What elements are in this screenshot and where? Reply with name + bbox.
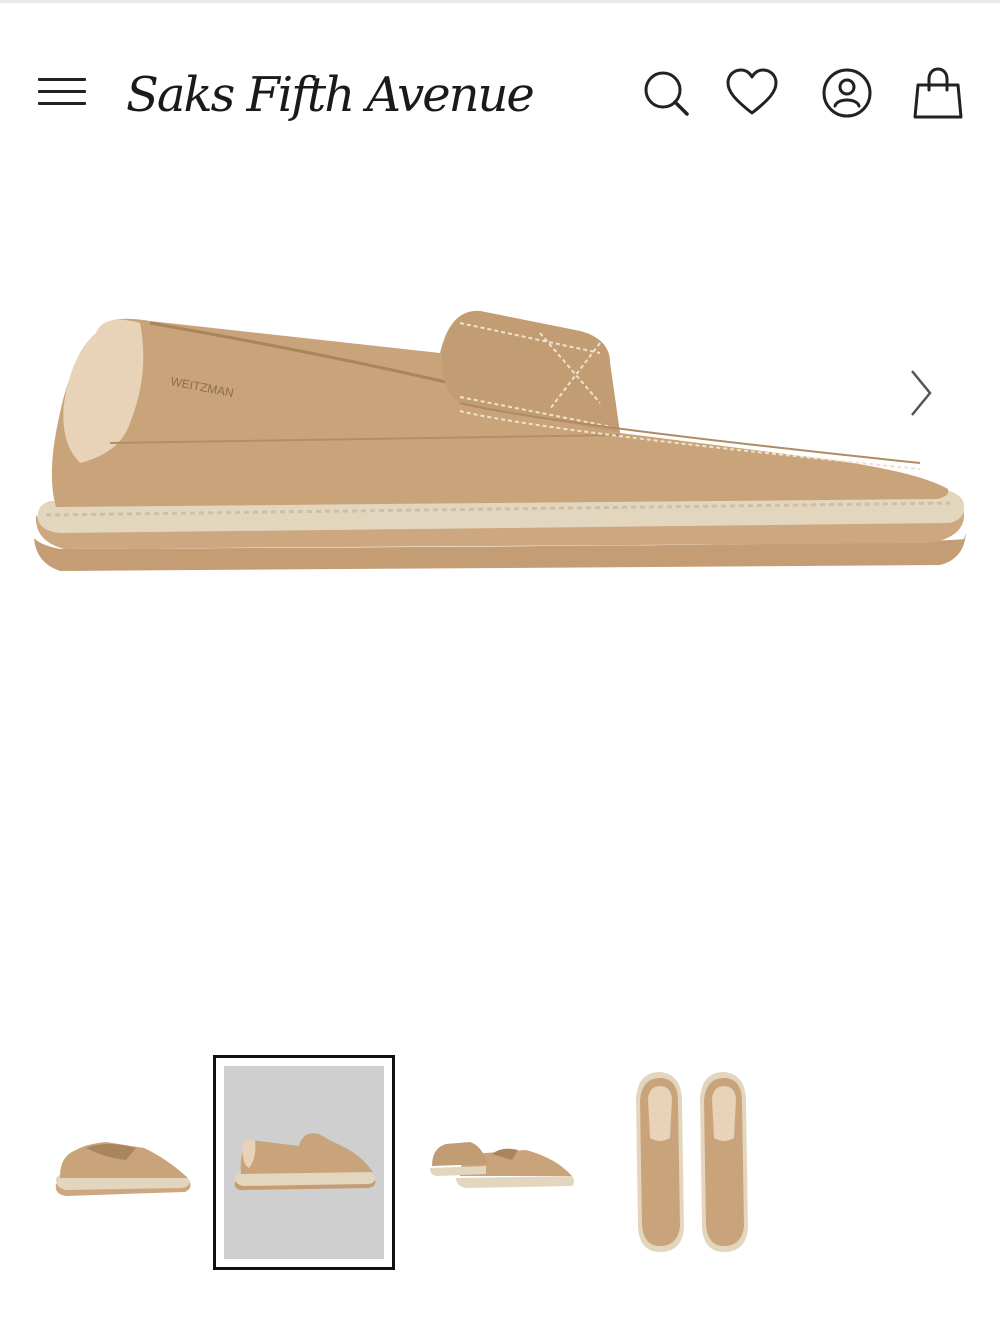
site-logo[interactable]: Saks Fifth Avenue: [126, 55, 556, 135]
thumbnail-1[interactable]: [30, 1055, 212, 1270]
site-header: Saks Fifth Avenue: [0, 3, 1000, 173]
search-icon: [644, 71, 689, 116]
thumbnail-image: [430, 1141, 574, 1188]
thumbnail-3[interactable]: [410, 1055, 592, 1270]
menu-button[interactable]: [38, 76, 86, 108]
account-button[interactable]: [819, 65, 875, 121]
thumbnail-background: [224, 1066, 384, 1259]
thumbnail-image: [636, 1071, 748, 1252]
product-gallery: WEITZMAN: [0, 173, 1000, 1043]
menu-icon-bar: [38, 102, 86, 105]
thumbnail-4[interactable]: [600, 1055, 782, 1270]
product-main-image: WEITZMAN: [34, 310, 966, 571]
heart-icon: [726, 68, 778, 115]
search-button[interactable]: [638, 65, 694, 121]
menu-icon-bar: [38, 90, 86, 93]
shopping-bag-icon: [913, 67, 963, 119]
cart-button[interactable]: [910, 65, 966, 121]
thumbnail-2[interactable]: [213, 1055, 395, 1270]
thumbnail-image: [234, 1132, 376, 1190]
wishlist-button[interactable]: [724, 65, 780, 121]
thumbnail-image: [55, 1141, 191, 1196]
account-icon: [822, 68, 872, 118]
thumbnail-strip: [0, 1055, 1000, 1270]
menu-icon-bar: [38, 78, 86, 81]
